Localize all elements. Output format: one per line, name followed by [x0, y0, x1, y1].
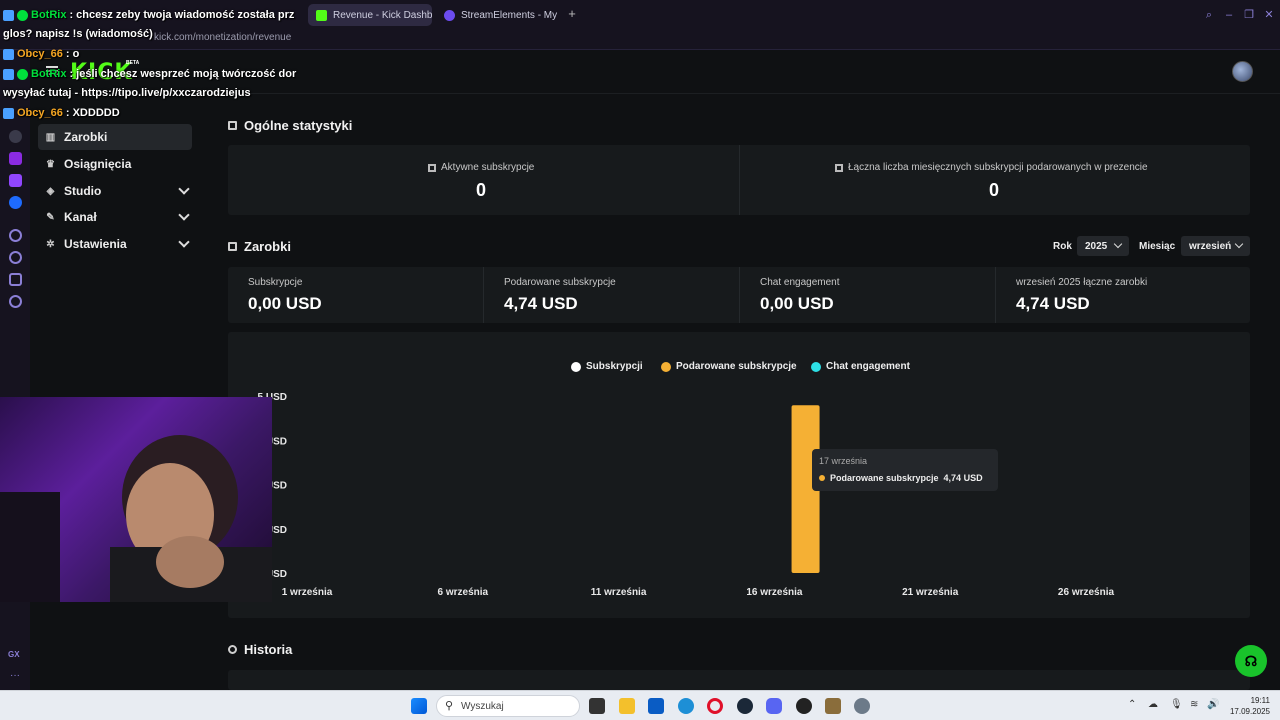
tray-chevron-up-icon[interactable]: ⌃	[1128, 699, 1136, 710]
clock-date: 17.09.2025	[1229, 707, 1270, 716]
badge-icon	[3, 48, 14, 60]
taskbar-search[interactable]: ⚲ Wyszukaj	[436, 695, 580, 717]
x-tick-label: 21 września	[902, 587, 959, 598]
chat-user: BotRix	[31, 68, 67, 80]
tooltip-title: 17 września	[819, 456, 868, 466]
earnings-chart: 5 USDUSDUSDUSDUSD1 września 6 września 11 …	[258, 392, 1115, 598]
search-icon: ⚲	[445, 700, 454, 712]
settings-icon[interactable]	[854, 698, 870, 714]
x-tick-label: 6 września	[438, 587, 489, 598]
chart-tooltip: 17 września Podarowane subskrypcje 4,74 …	[812, 449, 998, 491]
webcam-overlay	[0, 397, 272, 602]
obs-icon[interactable]	[796, 698, 812, 714]
clock-time: 19:11	[1250, 696, 1270, 705]
windows-taskbar: ⚲ Wyszukaj ⌃ ☁ 🎙 ≋ 🔊 19:11 17.09.2025	[0, 690, 1280, 720]
x-tick-label: 26 września	[1058, 587, 1115, 598]
tooltip-series: Podarowane subskrypcje	[830, 473, 939, 483]
cloud-icon[interactable]: ☁	[1148, 699, 1158, 710]
tooltip-dot	[819, 475, 825, 481]
chat-text: : XDDDDD	[65, 107, 120, 119]
verified-icon	[17, 9, 28, 21]
support-chat-button[interactable]: ☊	[1235, 645, 1267, 677]
chat-message: BotRix : chcesz zeby twoja wiadomość zos…	[3, 9, 294, 21]
badge-icon	[3, 9, 14, 21]
search-placeholder: Wyszukaj	[461, 700, 504, 712]
chat-text: : o	[65, 48, 80, 60]
task-view-icon[interactable]	[589, 698, 605, 714]
x-tick-label: 16 września	[746, 587, 803, 598]
opera-gx-icon[interactable]	[707, 698, 723, 714]
badge-icon	[3, 107, 14, 119]
chat-message: Obcy_66 : o	[3, 48, 79, 60]
tooltip-row: Podarowane subskrypcje 4,74 USD	[819, 473, 983, 483]
chat-text: wysyłać tutaj - https://tipo.live/p/xxcz…	[3, 87, 251, 99]
chat-user: BotRix	[31, 9, 67, 21]
chat-user: Obcy_66	[17, 107, 63, 119]
badge-icon	[3, 68, 14, 80]
game-icon[interactable]	[825, 698, 841, 714]
steam-icon[interactable]	[737, 698, 753, 714]
chat-message-cont: wysyłać tutaj - https://tipo.live/p/xxcz…	[3, 87, 251, 99]
chat-text: : jeśli chcesz wesprzeć moją twórczość d…	[69, 68, 297, 80]
chat-text: glos? napisz !s (wiadomość)	[3, 28, 153, 40]
chat-user: Obcy_66	[17, 48, 63, 60]
taskbar-clock[interactable]: 19:11 17.09.2025	[1224, 695, 1270, 717]
chat-message: BotRix : jeśli chcesz wesprzeć moją twór…	[3, 68, 296, 80]
chat-message: Obcy_66 : XDDDDD	[3, 107, 120, 119]
volume-icon[interactable]: 🔊	[1207, 699, 1219, 710]
chat-text: : chcesz zeby twoja wiadomość została pr…	[69, 9, 295, 21]
chat-message-cont: glos? napisz !s (wiadomość)	[3, 28, 153, 40]
edge-icon[interactable]	[678, 698, 694, 714]
wifi-icon[interactable]: ≋	[1190, 699, 1198, 710]
tooltip-value: 4,74 USD	[943, 473, 983, 483]
x-tick-label: 11 września	[591, 587, 647, 598]
file-explorer-icon[interactable]	[619, 698, 635, 714]
mic-icon[interactable]: 🎙	[1170, 699, 1183, 710]
discord-icon[interactable]	[766, 698, 782, 714]
x-tick-label: 1 września	[282, 587, 333, 598]
windows-start-icon[interactable]	[411, 698, 427, 714]
streamer-silhouette	[0, 435, 272, 602]
verified-icon	[17, 68, 28, 80]
store-icon[interactable]	[648, 698, 664, 714]
